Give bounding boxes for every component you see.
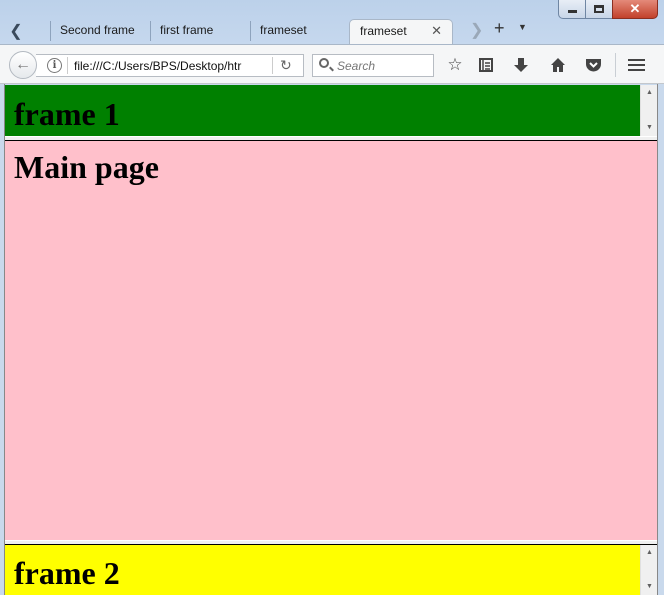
tab-frameset-active[interactable]: frameset ✕ xyxy=(349,19,453,44)
frame-2: frame 2 ▲ ▼ xyxy=(5,545,657,595)
menu-svg xyxy=(627,59,645,71)
scroll-up-arrow-icon[interactable]: ▲ xyxy=(641,547,658,559)
download-icon[interactable] xyxy=(511,55,531,75)
frame-2-scrollbar[interactable]: ▲ ▼ xyxy=(640,545,657,595)
url-input[interactable]: file:///C:/Users/BPS/Desktop/htr xyxy=(74,59,241,73)
tab-scroll-left-icon[interactable]: ❮ xyxy=(5,18,27,44)
tab-first-frame[interactable]: first frame xyxy=(150,19,250,44)
download-svg xyxy=(514,58,528,72)
navigation-toolbar: i file:///C:/Users/BPS/Desktop/htr ↻ ← S… xyxy=(0,44,664,84)
frame-1-heading: frame 1 xyxy=(14,96,120,132)
scroll-up-arrow-icon[interactable]: ▲ xyxy=(641,87,658,99)
info-icon[interactable]: i xyxy=(47,58,62,73)
maximize-button[interactable] xyxy=(585,0,613,19)
reload-icon[interactable]: ↻ xyxy=(280,57,292,74)
tab-label: frameset xyxy=(260,23,307,37)
reading-list-icon[interactable] xyxy=(476,55,496,75)
tab-list-chevron-down-icon[interactable]: ▼ xyxy=(518,22,527,32)
menu-icon[interactable] xyxy=(626,55,646,75)
tab-separator xyxy=(150,21,151,41)
frame-2-heading: frame 2 xyxy=(14,555,120,591)
close-button[interactable]: ✕ xyxy=(612,0,658,19)
search-icon xyxy=(319,58,329,68)
frame-1-scrollbar[interactable]: ▲ ▼ xyxy=(640,85,657,136)
bookmark-star-icon[interactable]: ☆ xyxy=(445,55,465,75)
scroll-down-arrow-icon[interactable]: ▼ xyxy=(641,581,658,593)
scroll-down-arrow-icon[interactable]: ▼ xyxy=(641,122,658,134)
tab-separator xyxy=(50,21,51,41)
frame-1: frame 1 ▲ ▼ xyxy=(5,85,657,136)
tab-label: first frame xyxy=(160,23,214,37)
back-icon: ← xyxy=(15,56,31,73)
tab-label: Second frame xyxy=(60,23,135,37)
home-svg xyxy=(551,58,565,72)
tab-second-frame[interactable]: Second frame xyxy=(50,19,150,44)
main-page-heading: Main page xyxy=(14,149,159,185)
tab-close-icon[interactable]: ✕ xyxy=(431,23,442,39)
home-icon[interactable] xyxy=(548,55,568,75)
maximize-icon xyxy=(594,5,604,13)
main-frame: Main page xyxy=(5,141,657,540)
window-controls: ✕ xyxy=(558,0,658,19)
toolbar-separator xyxy=(615,53,616,77)
pocket-svg xyxy=(585,59,601,72)
window-edge-right xyxy=(657,84,664,595)
tab-frameset[interactable]: frameset xyxy=(250,19,350,44)
back-button[interactable]: ← xyxy=(9,51,37,79)
url-bar[interactable]: i file:///C:/Users/BPS/Desktop/htr ↻ xyxy=(36,54,304,77)
url-separator xyxy=(272,57,273,74)
tab-label: frameset xyxy=(360,24,407,38)
tab-separator xyxy=(250,21,251,41)
close-icon: ✕ xyxy=(629,1,641,16)
new-tab-icon[interactable]: + xyxy=(494,18,505,39)
reading-list-svg xyxy=(479,58,493,72)
search-placeholder: Search xyxy=(337,59,376,73)
pocket-icon[interactable] xyxy=(583,55,603,75)
minimize-button[interactable] xyxy=(558,0,586,19)
minimize-icon xyxy=(567,10,577,13)
tab-scroll-right-icon[interactable]: ❯ xyxy=(470,20,483,40)
title-bar: ✕ ❮ Second frame first frame frameset fr… xyxy=(0,0,664,46)
url-separator xyxy=(67,57,68,74)
search-input[interactable]: Search xyxy=(312,54,434,77)
